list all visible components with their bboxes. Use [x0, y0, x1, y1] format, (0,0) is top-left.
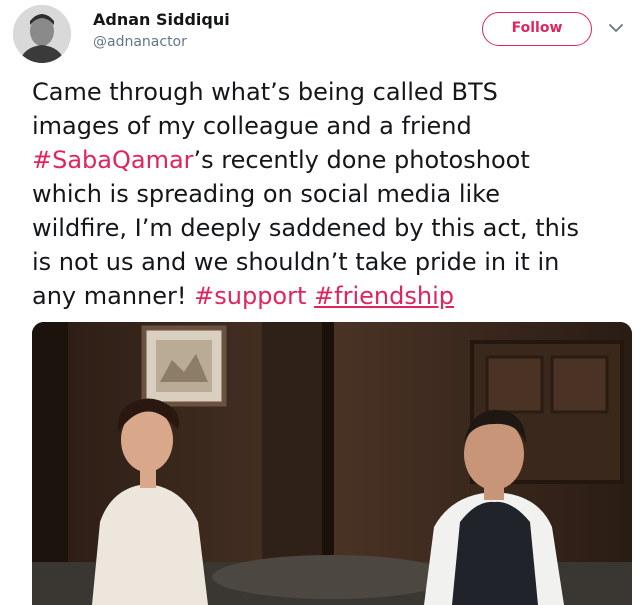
follow-button[interactable]: Follow [482, 12, 592, 46]
tweet-line: #SabaQamar’s recently done photoshoot [32, 143, 632, 177]
avatar[interactable] [13, 5, 71, 63]
display-name[interactable]: Adnan Siddiqui [93, 10, 230, 29]
hashtag-link-friendship[interactable]: #friendship [314, 282, 454, 310]
tweet-media-photo[interactable] [32, 322, 632, 605]
tweet-text-segment: ’s recently done photoshoot [193, 146, 530, 174]
chevron-down-icon[interactable] [608, 22, 624, 34]
tweet-text: Came through what’s being called BTS ima… [32, 75, 632, 313]
tweet-line: which is spreading on social media like [32, 180, 500, 208]
photo-illustration [32, 322, 632, 605]
profile-photo-icon [13, 5, 71, 63]
tweet-line: images of my colleague and a friend [32, 112, 472, 140]
tweet-text-segment: any manner! [32, 282, 195, 310]
hashtag-link-support[interactable]: #support [194, 282, 306, 310]
tweet-line: any manner! #support #friendship [32, 279, 632, 313]
tweet-header: Adnan Siddiqui @adnanactor Follow [0, 0, 640, 70]
tweet-line: Came through what’s being called BTS [32, 78, 498, 106]
hashtag-link-sabaqamar[interactable]: #SabaQamar [32, 146, 194, 174]
user-handle[interactable]: @adnanactor [93, 34, 187, 50]
tweet-line: wildfire, I’m deeply saddened by this ac… [32, 214, 580, 242]
tweet-line: is not us and we shouldn’t take pride in… [32, 248, 560, 276]
